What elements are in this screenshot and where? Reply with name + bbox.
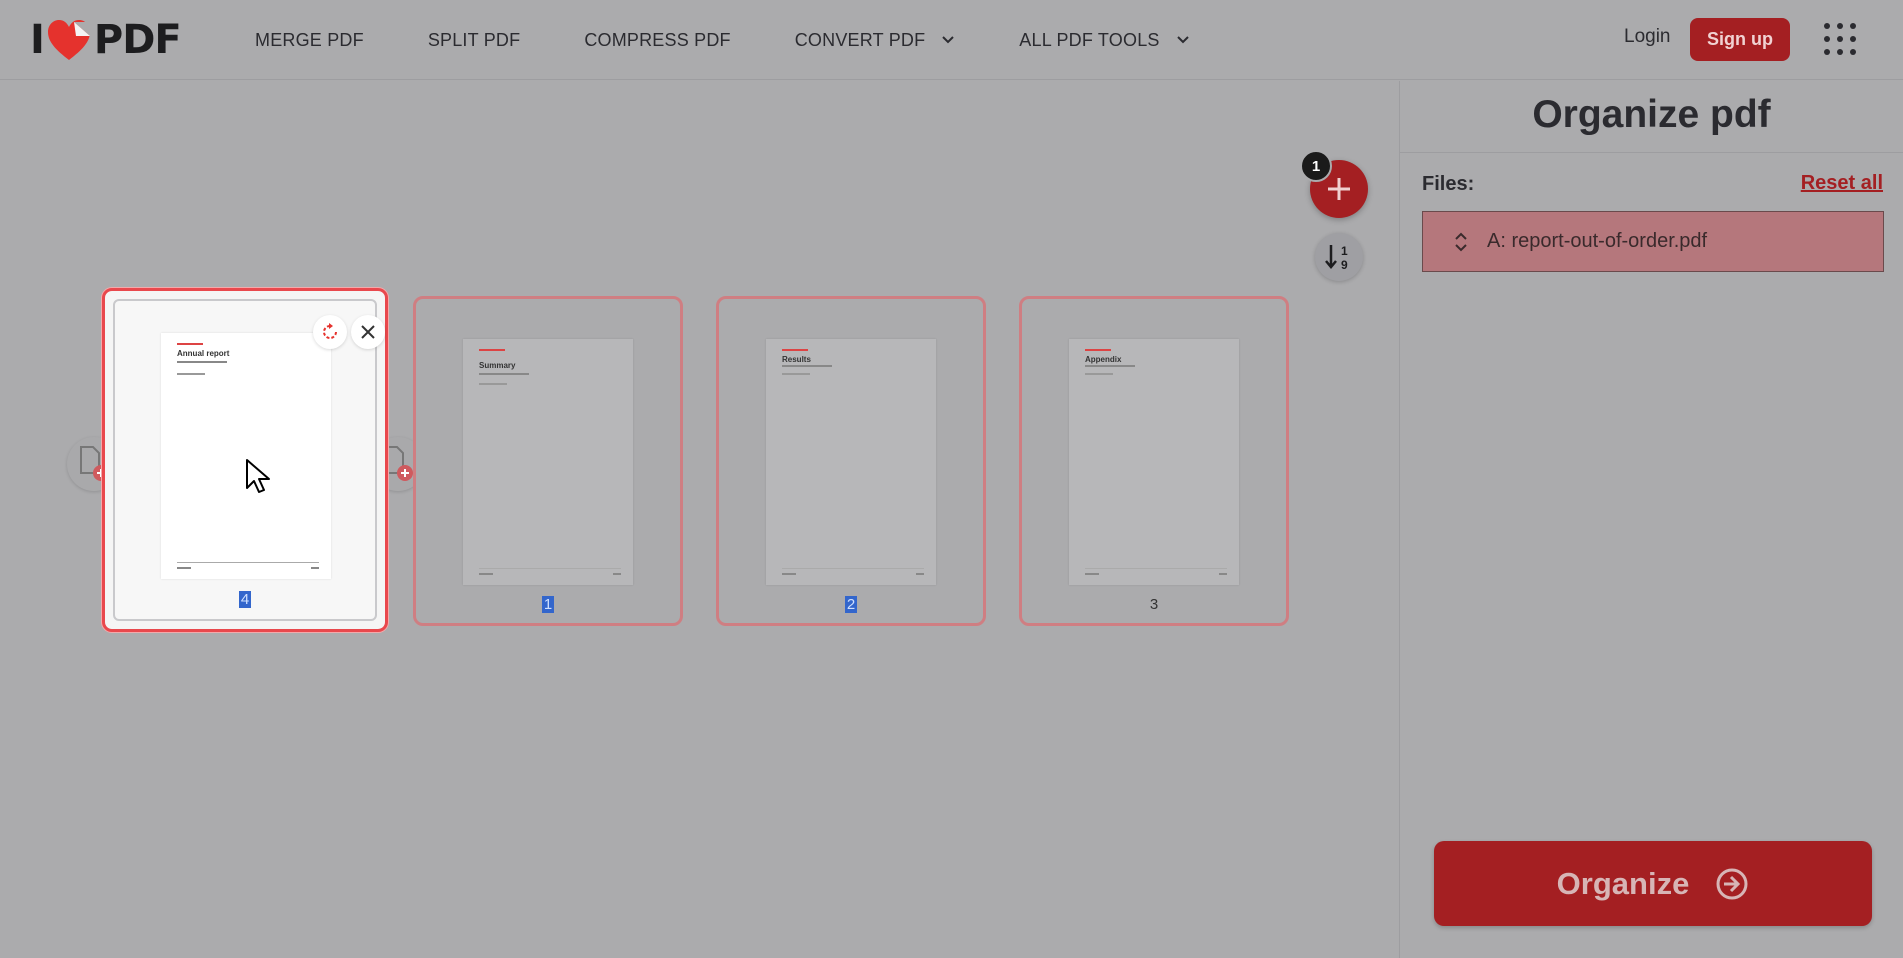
thumbnail-title: Results (782, 355, 811, 364)
login-link[interactable]: Login (1624, 26, 1671, 48)
nav-label: ALL PDF TOOLS (1019, 29, 1160, 50)
nav-label: MERGE PDF (255, 29, 364, 50)
nav-label: SPLIT PDF (427, 29, 521, 50)
main-nav: MERGE PDF SPLIT PDF COMPRESS PDF CONVERT… (255, 0, 1254, 80)
mouse-cursor-icon (246, 459, 270, 493)
nav-convert-pdf[interactable]: CONVERT PDF (795, 30, 956, 51)
thumbnail-title: Summary (479, 361, 516, 370)
file-list-item[interactable]: A: report-out-of-order.pdf (1422, 211, 1884, 272)
heart-icon (47, 20, 90, 60)
files-label: Files: (1422, 173, 1475, 195)
page-thumbnail: Results (766, 339, 936, 585)
sidebar-title: Organize pdf (1532, 93, 1771, 136)
page-thumbnail: Annual report (161, 333, 331, 579)
signup-button[interactable]: Sign up (1690, 18, 1790, 61)
plus-icon (1328, 178, 1350, 200)
nav-all-pdf-tools[interactable]: ALL PDF TOOLS (1019, 30, 1189, 51)
page-card[interactable]: Appendix 3 (1019, 296, 1289, 626)
top-header: I PDF MERGE PDF SPLIT PDF COMPRESS PDF C… (0, 0, 1903, 80)
nav-merge-pdf[interactable]: MERGE PDF (255, 30, 364, 51)
arrow-right-circle-icon (1716, 868, 1748, 899)
file-name: A: report-out-of-order.pdf (1487, 230, 1708, 252)
page-card[interactable]: Summary 1 (413, 296, 683, 626)
sort-numeric-icon: 1 9 (1325, 244, 1348, 272)
chevron-down-icon (1176, 36, 1189, 44)
sort-pages-button[interactable]: 1 9 (1315, 233, 1363, 281)
page-number: 1 (541, 596, 555, 613)
nav-label: COMPRESS PDF (584, 29, 731, 50)
thumbnail-title: Annual report (177, 349, 230, 358)
drag-handle-icon[interactable] (1453, 231, 1469, 253)
apps-grid-icon[interactable] (1823, 22, 1857, 56)
page-card[interactable]: Results 2 (716, 296, 986, 626)
sidebar-divider (1400, 152, 1903, 153)
nav-label: CONVERT PDF (794, 29, 926, 50)
file-count-badge: 1 (1300, 150, 1332, 182)
organize-button[interactable]: Organize (1434, 841, 1872, 926)
svg-text:1: 1 (1341, 244, 1348, 258)
organize-label: Organize (1556, 865, 1690, 901)
right-sidebar: Organize pdf Files: Reset all A: report-… (1399, 81, 1903, 958)
ilovepdf-logo[interactable]: I PDF (30, 17, 182, 63)
rotate-icon (323, 323, 337, 339)
svg-text:9: 9 (1341, 258, 1348, 272)
thumbnail-title: Appendix (1085, 355, 1122, 364)
close-icon (361, 325, 375, 339)
logo-text-i: I (30, 17, 45, 63)
nav-compress-pdf[interactable]: COMPRESS PDF (584, 30, 730, 51)
page-thumbnail: Summary (463, 339, 633, 585)
page-number: 3 (1149, 596, 1159, 613)
page-number: 4 (238, 591, 252, 608)
rotate-page-button[interactable] (313, 315, 347, 349)
remove-page-button[interactable] (351, 315, 385, 349)
page-number: 2 (844, 596, 858, 613)
reset-all-link[interactable]: Reset all (1801, 172, 1883, 195)
logo-text-pdf: PDF (93, 17, 182, 63)
chevron-down-icon (942, 36, 955, 44)
page-thumbnail: Appendix (1069, 339, 1239, 585)
nav-split-pdf[interactable]: SPLIT PDF (428, 30, 521, 51)
